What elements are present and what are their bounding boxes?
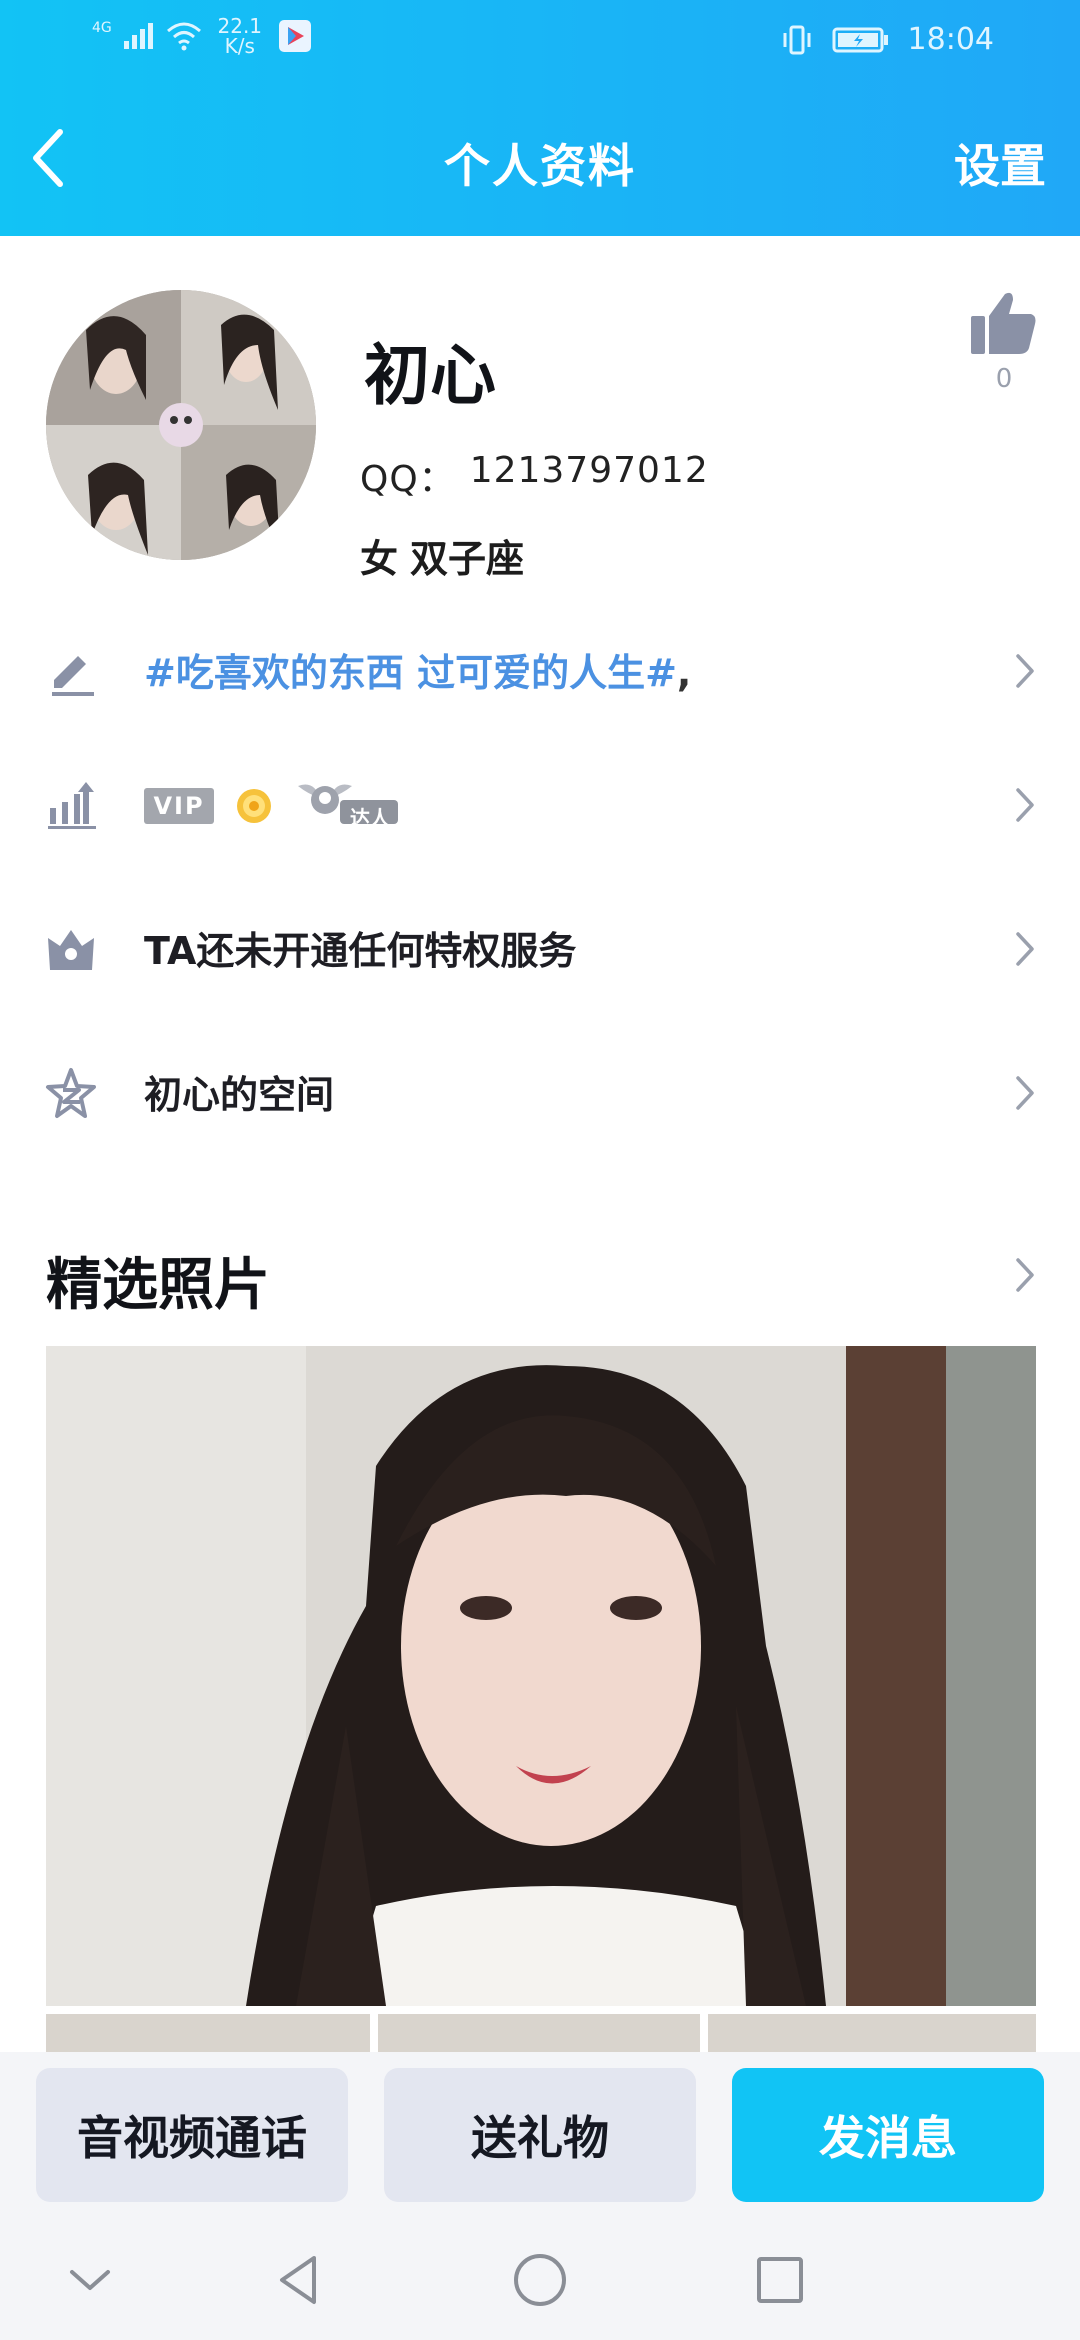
network-type: 4G bbox=[92, 20, 112, 36]
chevron-right-icon bbox=[1016, 932, 1034, 966]
zodiac: 双子座 bbox=[410, 537, 525, 581]
chevron-right-icon bbox=[1016, 788, 1034, 822]
status-left: 4G 22.1 K/s bbox=[92, 16, 312, 56]
chevron-down-icon[interactable] bbox=[60, 2250, 120, 2310]
signature-row[interactable]: #吃喜欢的东西 过可爱的人生#, bbox=[0, 606, 1080, 726]
vip-badge: VIP bbox=[144, 788, 214, 824]
thumbs-up-icon bbox=[971, 292, 1036, 354]
settings-button[interactable]: 设置 bbox=[954, 130, 1046, 196]
pencil-icon bbox=[52, 656, 94, 696]
signature-topic: #吃喜欢的东西 过可爱的人生# bbox=[144, 651, 677, 695]
daren-label: 达人 bbox=[350, 806, 390, 830]
qzone-star-icon bbox=[46, 1068, 96, 1118]
level-chart-icon bbox=[48, 782, 96, 829]
chevron-right-icon bbox=[1016, 654, 1034, 688]
privilege-row[interactable]: TA还未开通任何特权服务 bbox=[0, 884, 1080, 1004]
chevron-right-icon bbox=[1016, 1076, 1034, 1110]
wifi-icon bbox=[166, 22, 201, 51]
like-button[interactable]: 0 bbox=[964, 290, 1044, 394]
vibrate-icon bbox=[783, 25, 811, 54]
nav-back-icon[interactable] bbox=[270, 2250, 330, 2310]
gender-zodiac: 女 双子座 bbox=[360, 528, 524, 583]
net-speed-unit: K/s bbox=[224, 34, 255, 58]
chevron-right-icon[interactable] bbox=[1014, 1256, 1036, 1294]
profile-name: 初心 bbox=[364, 337, 496, 414]
featured-photo-image bbox=[46, 1346, 1036, 2006]
app-notification-icon bbox=[278, 20, 311, 52]
signature-suffix: , bbox=[676, 651, 692, 695]
page-title: 个人资料 bbox=[444, 139, 636, 193]
video-call-button[interactable]: 音视频通话 bbox=[36, 2068, 348, 2202]
status-bar: 4G 22.1 K/s 18:04 bbox=[0, 0, 1080, 84]
gender: 女 bbox=[360, 537, 399, 581]
privilege-text: TA还未开通任何特权服务 bbox=[144, 929, 577, 973]
like-count: 0 bbox=[995, 364, 1013, 394]
avatar-image bbox=[46, 290, 316, 560]
sun-level-icon bbox=[237, 789, 271, 823]
send-message-button[interactable]: 发消息 bbox=[732, 2068, 1044, 2202]
profile-page: 4G 22.1 K/s 18:04 个人资料 设置 初心 QQ： 1213797… bbox=[0, 0, 1080, 2340]
signal-icon bbox=[123, 23, 153, 49]
action-bar: 音视频通话 送礼物 发消息 bbox=[0, 2052, 1080, 2222]
qq-label: QQ： bbox=[360, 459, 456, 500]
system-nav-bar bbox=[0, 2222, 1080, 2340]
nav-recents-icon[interactable] bbox=[750, 2250, 810, 2310]
space-text: 初心的空间 bbox=[144, 1073, 335, 1117]
featured-photos-title: 精选照片 bbox=[46, 1253, 270, 1318]
qzone-row[interactable]: 初心的空间 bbox=[0, 1028, 1080, 1148]
send-gift-button[interactable]: 送礼物 bbox=[384, 2068, 696, 2202]
battery-icon bbox=[832, 27, 888, 52]
net-speed: 22.1 K/s bbox=[212, 16, 268, 56]
crown-bag-icon bbox=[48, 930, 94, 970]
level-row[interactable]: VIP 达人 bbox=[0, 740, 1080, 860]
status-right: 18:04 bbox=[780, 22, 994, 57]
clock: 18:04 bbox=[907, 22, 994, 57]
header: 4G 22.1 K/s 18:04 个人资料 设置 bbox=[0, 0, 1080, 236]
signature-text: #吃喜欢的东西 过可爱的人生#, bbox=[144, 642, 691, 697]
avatar[interactable] bbox=[46, 290, 316, 560]
net-speed-value: 22.1 bbox=[217, 14, 263, 38]
daren-badge: 达人 bbox=[290, 776, 400, 830]
featured-photo[interactable] bbox=[46, 1346, 1036, 2006]
nav-home-icon[interactable] bbox=[510, 2250, 570, 2310]
qq-number: 1213797012 bbox=[469, 450, 709, 491]
qq-number-row: QQ： 1213797012 bbox=[360, 450, 709, 502]
